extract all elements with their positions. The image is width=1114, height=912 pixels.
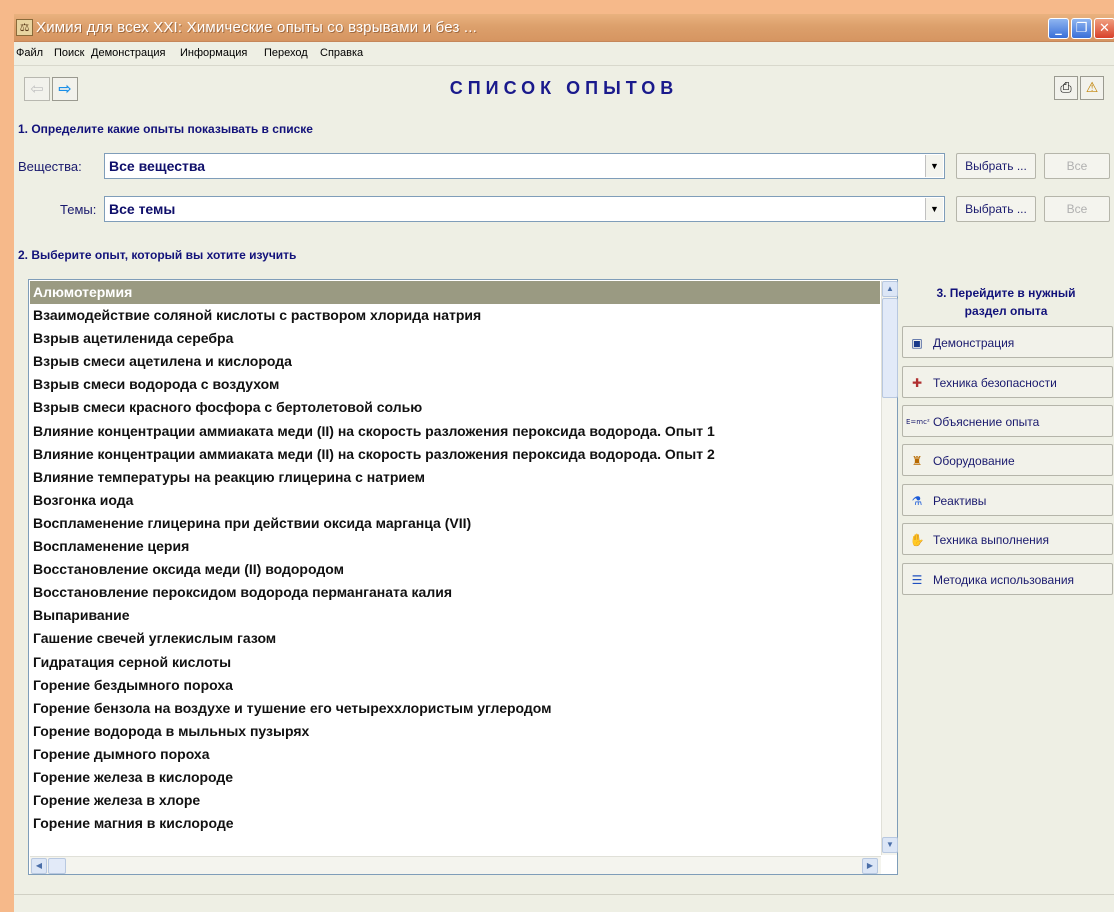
maximize-button[interactable]: ❐ [1071,18,1092,39]
list-item[interactable]: Горение бензола на воздухе и тушение его… [30,697,880,720]
list-item[interactable]: Гидратация серной кислоты [30,651,880,674]
page-title: СПИСОК ОПЫТОВ [449,78,679,98]
section-button-label: Объяснение опыта [933,415,1040,429]
formula-icon: E=mc² [906,418,930,426]
list-item[interactable]: Возгонка иода [30,489,880,512]
experiments-list: Алюмотермия Взаимодействие соляной кислот… [30,281,880,855]
menu-file[interactable]: Файл [16,47,43,59]
list-item[interactable]: Горение железа в хлоре [30,789,880,812]
menu-help[interactable]: Справка [320,47,363,59]
list-item[interactable]: Взрыв смеси красного фосфора с бертолето… [30,396,880,419]
menu-bar: Файл Поиск Демонстрация Информация Перех… [14,42,1114,66]
substances-choose-button[interactable]: Выбрать ... [956,153,1036,179]
list-item[interactable]: Горение бездымного пороха [30,674,880,697]
substances-combo[interactable]: Все вещества ▼ [104,153,945,179]
topics-choose-button[interactable]: Выбрать ... [956,196,1036,222]
list-item[interactable]: Восстановление пероксидом водорода перма… [30,581,880,604]
section-button-list[interactable]: ☰ Методика использования [902,563,1113,595]
section-button-formula[interactable]: E=mc² Объяснение опыта [902,405,1113,437]
list-item[interactable]: Горение магния в кислороде [30,812,880,835]
scroll-up-icon[interactable]: ▲ [882,281,898,297]
status-bar [14,894,1114,912]
section-button-label: Техника безопасности [933,376,1057,390]
section-button-safety-kit[interactable]: ✚ Техника безопасности [902,366,1113,398]
list-item[interactable]: Воспламенение глицерина при действии окс… [30,512,880,535]
section-button-label: Оборудование [933,454,1015,468]
film-icon: ▣ [911,336,923,350]
list-item[interactable]: Влияние концентрации аммиаката меди (II)… [30,420,880,443]
substances-label: Вещества: [18,159,82,174]
chevron-down-icon[interactable]: ▼ [925,155,943,177]
scroll-thumb[interactable] [882,298,898,398]
topics-combo[interactable]: Все темы ▼ [104,196,945,222]
list-item[interactable]: Влияние концентрации аммиаката меди (II)… [30,443,880,466]
help-button[interactable]: ⚠ [1080,76,1104,100]
title-bar[interactable]: ⚖ Химия для всех XXI: Химические опыты с… [14,14,1114,42]
help-icon: ⚠ [1085,80,1099,96]
section-button-film[interactable]: ▣ Демонстрация [902,326,1113,358]
window-title: Химия для всех XXI: Химические опыты со … [36,19,478,36]
list-item[interactable]: Взрыв ацетиленида серебра [30,327,880,350]
list-item[interactable]: Выпаривание [30,604,880,627]
scroll-down-icon[interactable]: ▼ [882,837,898,853]
scroll-thumb-horizontal[interactable] [48,858,66,874]
section-button-label: Техника выполнения [933,533,1049,547]
minimize-button[interactable]: _ [1048,18,1069,39]
step2-heading: 2. Выберите опыт, который вы хотите изуч… [18,248,297,262]
list-item[interactable]: Влияние температуры на реакцию глицерина… [30,466,880,489]
list-item[interactable]: Горение железа в кислороде [30,766,880,789]
list-item[interactable]: Взрыв смеси водорода с воздухом [30,373,880,396]
printer-icon: ⎙ [1060,80,1072,96]
section-button-equipment[interactable]: ♜ Оборудование [902,444,1113,476]
scroll-left-icon[interactable]: ◀ [31,858,47,874]
step3-heading-line1: 3. Перейдите в нужный [936,286,1076,300]
section-button-label: Методика использования [933,573,1075,587]
close-button[interactable]: ✕ [1094,18,1114,39]
step1-heading: 1. Определите какие опыты показывать в с… [18,122,313,136]
step3-heading-line2: раздел опыта [964,304,1048,318]
app-icon: ⚖ [16,19,33,36]
vertical-scrollbar[interactable]: ▲ ▼ [881,281,898,855]
section-button-hand-tool[interactable]: ✋ Техника выполнения [902,523,1113,555]
menu-information[interactable]: Информация [180,47,247,59]
list-item[interactable]: Воспламенение церия [30,535,880,558]
topics-all-button[interactable]: Все [1044,196,1110,222]
list-icon: ☰ [911,573,923,587]
menu-demonstration[interactable]: Демонстрация [91,47,166,59]
list-item[interactable]: Взаимодействие соляной кислоты с раствор… [30,304,880,327]
list-item[interactable]: Гашение свечей углекислым газом [30,627,880,650]
list-item[interactable]: Восстановление оксида меди (II) водородо… [30,558,880,581]
flask-icon: ⚗ [911,494,923,508]
menu-navigate[interactable]: Переход [264,47,308,59]
scroll-right-icon[interactable]: ▶ [862,858,878,874]
experiments-listbox[interactable]: Алюмотермия Взаимодействие соляной кислот… [28,279,898,875]
list-item[interactable]: Алюмотермия [30,281,880,305]
chevron-down-icon[interactable]: ▼ [925,198,943,220]
print-button[interactable]: ⎙ [1054,76,1078,100]
topics-value: Все темы [109,201,176,217]
list-item[interactable]: Взрыв смеси ацетилена и кислорода [30,350,880,373]
hand-tool-icon: ✋ [909,533,925,547]
list-item[interactable]: Горение водорода в мыльных пузырях [30,720,880,743]
section-button-label: Демонстрация [933,336,1015,350]
section-button-label: Реактивы [933,494,987,508]
step3-heading: 3. Перейдите в нужный раздел опыта [900,284,1112,320]
safety-kit-icon: ✚ [911,376,923,390]
substances-all-button[interactable]: Все [1044,153,1110,179]
menu-search[interactable]: Поиск [54,47,84,59]
topics-label: Темы: [60,202,97,217]
substances-value: Все вещества [109,158,206,174]
section-button-flask[interactable]: ⚗ Реактивы [902,484,1113,516]
equipment-icon: ♜ [911,454,923,468]
list-item[interactable]: Горение дымного пороха [30,743,880,766]
horizontal-scrollbar[interactable]: ◀ ▶ [30,856,881,874]
